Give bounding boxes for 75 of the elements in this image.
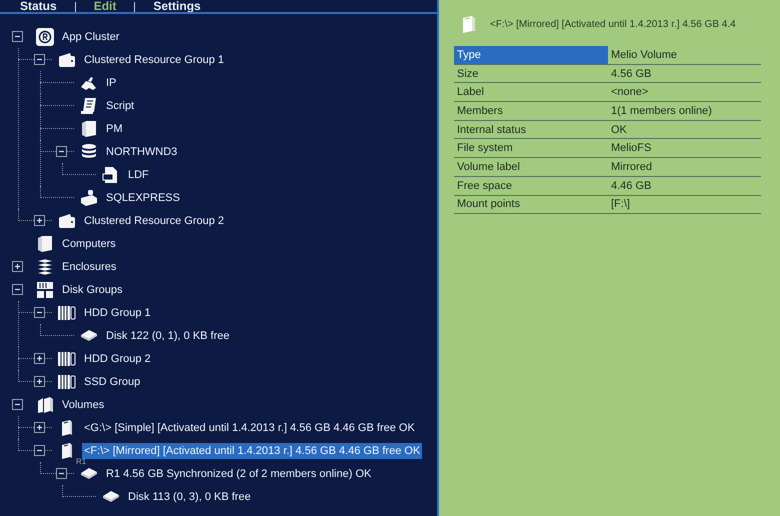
- server-tower-icon: [36, 234, 54, 252]
- property-value: Mirrored: [610, 160, 653, 175]
- collapse-icon[interactable]: [12, 31, 23, 42]
- raid-caption: R1: [76, 456, 86, 466]
- server-tower-icon: [80, 120, 98, 138]
- tree-item[interactable]: Volumes: [60, 396, 106, 412]
- property-name[interactable]: Type: [454, 46, 608, 64]
- tree-item[interactable]: SSD Group: [82, 374, 142, 390]
- hard-drive-icon: [80, 468, 98, 480]
- tree-item[interactable]: Disk Groups: [60, 282, 125, 298]
- expand-icon[interactable]: [34, 376, 45, 387]
- wallet-icon: [58, 212, 76, 230]
- property-name[interactable]: Volume label: [454, 158, 608, 176]
- disk-array-icon: [58, 304, 76, 322]
- tab[interactable]: Edit: [94, 0, 116, 12]
- property-value: OK: [610, 122, 628, 138]
- tree-item[interactable]: Clustered Resource Group 2: [82, 212, 226, 228]
- property-name[interactable]: File system: [454, 139, 608, 158]
- tree-item[interactable]: App Cluster: [60, 28, 122, 44]
- property-name[interactable]: Free space: [454, 176, 608, 194]
- collapse-icon[interactable]: [34, 54, 45, 65]
- tab[interactable]: Status: [20, 0, 57, 12]
- wallet-icon: [58, 50, 76, 68]
- expand-icon[interactable]: [34, 422, 45, 433]
- database-icon: [80, 142, 98, 160]
- property-name[interactable]: Label: [454, 83, 608, 102]
- tree-item[interactable]: Enclosures: [60, 258, 118, 274]
- property-name[interactable]: Size: [454, 64, 608, 82]
- property-value: 4.56 GB: [610, 66, 652, 82]
- books-icon: [36, 396, 54, 414]
- expand-icon[interactable]: [34, 353, 45, 364]
- details-title: <F:\> [Mirrored] [Activated until 1.4.2013 r.] 4.56 GB 4.4: [490, 18, 736, 30]
- tree-item[interactable]: Disk 122 (0, 1), 0 KB free: [104, 328, 232, 344]
- tree-item[interactable]: LDF: [126, 166, 151, 182]
- stacked-drives-icon: [36, 258, 54, 276]
- tree-item[interactable]: SQLEXPRESS: [104, 190, 182, 206]
- property-value: Melio Volume: [610, 48, 678, 63]
- expand-icon[interactable]: [34, 215, 45, 226]
- collapse-icon[interactable]: [12, 284, 23, 295]
- tree-item[interactable]: IP: [104, 74, 118, 90]
- expand-icon[interactable]: [12, 261, 23, 272]
- tree-item[interactable]: HDD Group 2: [82, 350, 153, 366]
- hard-drive-icon: [80, 330, 98, 342]
- tree-item[interactable]: Computers: [60, 236, 118, 252]
- disk-array-icon: [58, 372, 76, 390]
- collapse-icon[interactable]: [56, 468, 67, 479]
- property-name[interactable]: Mount points: [454, 196, 608, 214]
- tree-item[interactable]: HDD Group 1: [82, 304, 153, 320]
- property-name[interactable]: Members: [454, 102, 608, 120]
- property-name[interactable]: Internal status: [454, 120, 608, 138]
- collapse-icon[interactable]: [34, 307, 45, 318]
- tree-item[interactable]: Disk 113 (0, 3), 0 KB free: [126, 488, 253, 504]
- document-icon: [102, 166, 120, 184]
- printer-icon: [80, 188, 98, 206]
- property-value: 1(1 members online): [610, 104, 713, 119]
- tree-item[interactable]: NORTHWND3: [104, 144, 180, 160]
- hard-drive-icon: [102, 490, 120, 502]
- collapse-icon[interactable]: [56, 146, 67, 157]
- book-icon: [462, 15, 476, 33]
- property-value: <none>: [610, 85, 650, 100]
- tree-item[interactable]: <F:\> [Mirrored] [Activated until 1.4.2013 r.] 4.56 GB 4.46 GB free OK: [82, 442, 422, 458]
- tree-item[interactable]: R1 4.56 GB Synchronized (2 of 2 members online) OK: [104, 466, 374, 482]
- tree-item[interactable]: Script: [104, 98, 136, 114]
- registered-mark-icon: [36, 28, 54, 46]
- tree-item[interactable]: <G:\> [Simple] [Activated until 1.4.2013 r.] 4.56 GB 4.46 GB free OK: [82, 420, 417, 436]
- property-value: [F:\]: [610, 197, 631, 212]
- tree-item[interactable]: PM: [104, 120, 124, 136]
- disk-rack-icon: [36, 280, 54, 298]
- tree-item[interactable]: Clustered Resource Group 1: [82, 52, 226, 68]
- property-value: 4.46 GB: [610, 178, 652, 194]
- disk-array-icon: [58, 350, 76, 368]
- collapse-icon[interactable]: [34, 445, 45, 456]
- property-value: MelioFS: [610, 141, 652, 156]
- collapse-icon[interactable]: [12, 399, 23, 410]
- script-scroll-icon: [80, 96, 98, 114]
